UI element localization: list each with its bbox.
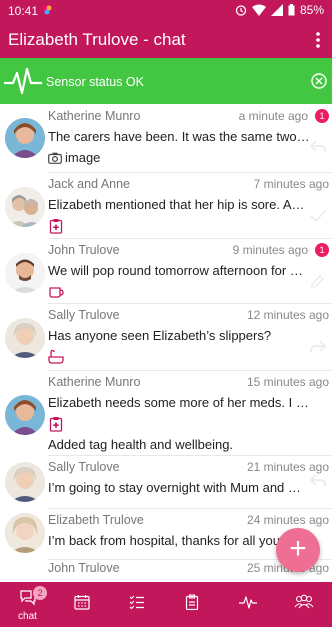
sensor-status-banner: Sensor status OK xyxy=(0,58,332,104)
chat-message-row[interactable]: Katherine Munro 15 minutes ago Elizabeth… xyxy=(0,371,332,453)
plus-icon: + xyxy=(289,532,307,565)
status-bar: 10:41 85% xyxy=(0,0,332,22)
reply-icon xyxy=(310,474,326,487)
nav-activity[interactable] xyxy=(220,582,275,627)
chat-message-row[interactable]: Katherine Munro a minute ago 1 The carer… xyxy=(0,104,332,172)
attachment-label: image xyxy=(65,150,101,165)
chat-message-row[interactable]: Jack and Anne 7 minutes ago Elizabeth me… xyxy=(0,173,332,238)
message-text: Elizabeth mentioned that her hip is sore… xyxy=(48,197,310,212)
pulse-icon xyxy=(4,67,42,95)
chat-message-list[interactable]: Katherine Munro a minute ago 1 The carer… xyxy=(0,104,332,582)
add-message-button[interactable]: + xyxy=(276,528,320,572)
battery-icon xyxy=(288,4,295,16)
image-attachment[interactable]: image xyxy=(48,150,100,165)
activity-icon xyxy=(239,596,257,609)
sender-name: Katherine Munro xyxy=(48,375,141,389)
sender-name: Katherine Munro xyxy=(48,109,141,123)
app-bar: Elizabeth Trulove - chat xyxy=(0,22,332,58)
sender-name: John Trulove xyxy=(48,561,120,575)
avatar xyxy=(5,253,45,293)
sender-name: Elizabeth Trulove xyxy=(48,513,144,527)
sender-name: Sally Trulove xyxy=(48,308,120,322)
nav-calendar[interactable] xyxy=(55,582,110,627)
nav-chat-label: chat xyxy=(18,611,37,622)
notification-icon xyxy=(42,5,52,15)
signal-icon xyxy=(270,4,283,16)
avatar xyxy=(5,118,45,158)
nav-chat[interactable]: 2 chat xyxy=(0,582,55,627)
message-time: a minute ago xyxy=(238,109,308,123)
sender-name: John Trulove xyxy=(48,243,120,257)
message-time: 24 minutes ago xyxy=(246,513,329,527)
nav-clipboard[interactable] xyxy=(165,582,220,627)
chat-message-row[interactable]: John Trulove 9 minutes ago 1 We will pop… xyxy=(0,239,332,303)
unread-badge: 1 xyxy=(315,243,329,257)
message-time: 9 minutes ago xyxy=(232,243,308,257)
status-time: 10:41 xyxy=(8,4,39,18)
people-icon xyxy=(294,594,314,609)
edit-icon xyxy=(311,275,324,288)
chat-count-badge: 2 xyxy=(33,586,47,600)
bottom-navigation: 2 chat xyxy=(0,582,332,627)
message-time: 15 minutes ago xyxy=(246,375,329,389)
health-tag-icon xyxy=(49,219,63,234)
message-time: 12 minutes ago xyxy=(246,308,329,322)
message-text: The carers have been. It was the same tw… xyxy=(48,129,310,144)
nav-people[interactable] xyxy=(275,582,330,627)
avatar xyxy=(5,462,45,502)
camera-icon xyxy=(48,152,62,164)
sensor-status-text: Sensor status OK xyxy=(46,75,144,89)
sender-name: Sally Trulove xyxy=(48,460,120,474)
share-icon xyxy=(310,340,326,353)
nav-tasks[interactable] xyxy=(110,582,165,627)
clipboard-icon xyxy=(185,594,199,610)
wifi-icon xyxy=(251,4,266,16)
alarm-icon xyxy=(235,5,247,16)
page-title: Elizabeth Trulove - chat xyxy=(8,30,186,49)
chat-message-row[interactable]: Sally Trulove 21 minutes ago I’m going t… xyxy=(0,456,332,508)
message-text: We will pop round tomorrow afternoon for… xyxy=(48,263,310,278)
cup-tag-icon xyxy=(49,287,64,298)
chat-message-row[interactable]: Sally Trulove 12 minutes ago Has anyone … xyxy=(0,304,332,370)
health-tag-icon xyxy=(49,417,63,432)
battery-level: 85% xyxy=(299,3,324,17)
message-text: Elizabeth needs some more of her meds. I… xyxy=(48,395,310,410)
sender-name: Jack and Anne xyxy=(48,177,131,191)
tasks-icon xyxy=(129,595,144,610)
message-time: 21 minutes ago xyxy=(246,460,329,474)
close-circle-icon[interactable] xyxy=(311,73,327,89)
message-text: I’m going to stay overnight with Mum and… xyxy=(48,480,310,495)
avatar xyxy=(5,318,45,358)
message-text: I’m back from hospital, thanks for all y… xyxy=(48,533,285,548)
message-text: Has anyone seen Elizabeth’s slippers? xyxy=(48,328,272,343)
message-time: 7 minutes ago xyxy=(253,177,329,191)
tag-added-text: Added tag health and wellbeing. xyxy=(48,437,234,452)
reply-icon xyxy=(310,140,326,153)
check-icon xyxy=(310,210,326,223)
calendar-icon xyxy=(74,595,90,610)
avatar xyxy=(5,395,45,435)
avatar xyxy=(5,187,45,227)
bath-tag-icon xyxy=(48,349,64,364)
more-vert-icon[interactable] xyxy=(314,30,322,50)
unread-badge: 1 xyxy=(315,109,329,123)
avatar xyxy=(5,513,45,553)
